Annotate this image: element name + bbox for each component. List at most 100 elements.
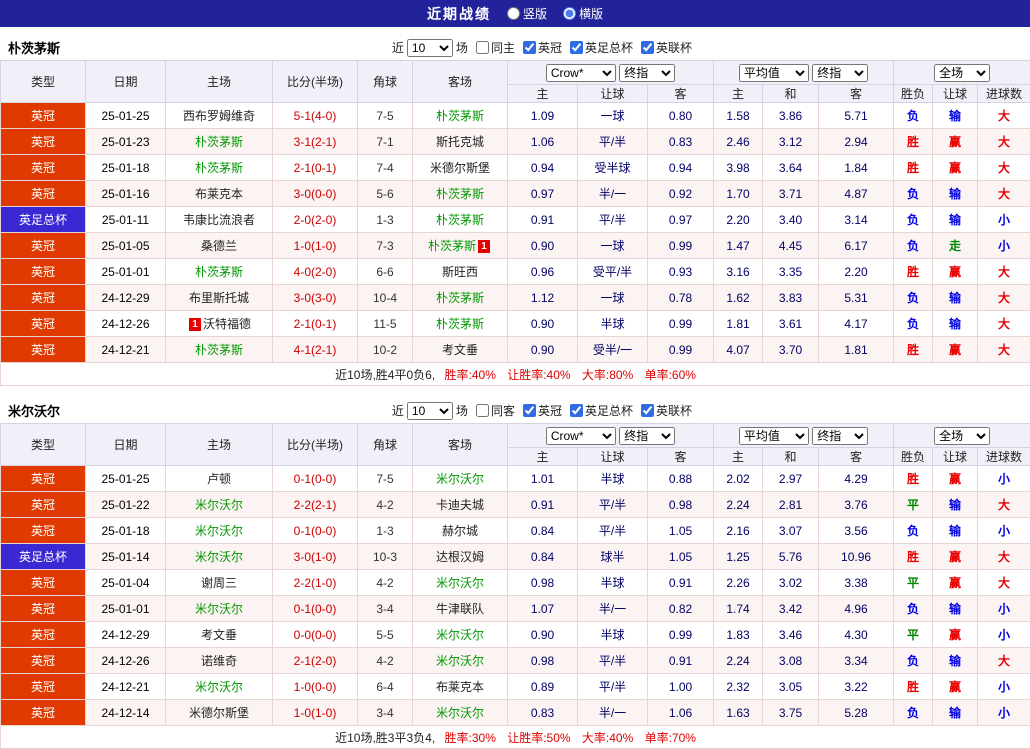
team-link[interactable]: 卢顿 (207, 472, 231, 486)
team-link[interactable]: 米尔沃尔 (195, 550, 243, 564)
layout-horizontal-radio[interactable] (563, 7, 576, 20)
result-outcome: 胜 (894, 337, 933, 363)
team-link[interactable]: 考文垂 (201, 628, 237, 642)
layout-horizontal-option[interactable]: 横版 (563, 5, 603, 22)
championship-checkbox[interactable] (523, 404, 536, 417)
team-link[interactable]: 米尔沃尔 (195, 524, 243, 538)
same-venue-option[interactable]: 同客 (471, 402, 515, 419)
team-link[interactable]: 米德尔斯堡 (189, 706, 249, 720)
same-venue-option[interactable]: 同主 (471, 39, 515, 56)
games-label: 场 (456, 39, 468, 56)
result-goals: 小 (978, 518, 1030, 544)
match-score: 3-0(0-0) (273, 181, 358, 207)
team-link[interactable]: 韦康比流浪者 (183, 213, 255, 227)
home-team-cell: 米尔沃尔 (166, 492, 273, 518)
same-venue-checkbox[interactable] (476, 41, 489, 54)
final-odds-select[interactable]: 终指 (812, 427, 868, 445)
team-link[interactable]: 斯旺西 (442, 265, 478, 279)
team-link[interactable]: 朴茨茅斯 (436, 187, 484, 201)
team-link[interactable]: 赫尔城 (442, 524, 478, 538)
bookmaker-select[interactable]: Crow* (546, 64, 616, 82)
team-link[interactable]: 诺维奇 (201, 654, 237, 668)
final-odds-select[interactable]: 终指 (619, 427, 675, 445)
league-filter-championship[interactable]: 英冠 (518, 402, 562, 419)
facup-checkbox[interactable] (570, 41, 583, 54)
home-team-cell: 西布罗姆维奇 (166, 103, 273, 129)
league-filter-facup[interactable]: 英足总杯 (565, 39, 633, 56)
eflcup-checkbox[interactable] (641, 404, 654, 417)
facup-checkbox[interactable] (570, 404, 583, 417)
match-count-select[interactable]: 10 (407, 39, 453, 57)
result-outcome: 平 (894, 570, 933, 596)
league-filter-eflcup[interactable]: 英联杯 (636, 39, 692, 56)
match-date: 25-01-01 (86, 596, 166, 622)
match-count-select[interactable]: 10 (407, 402, 453, 420)
team-link[interactable]: 米尔沃尔 (436, 628, 484, 642)
team-link[interactable]: 朴茨茅斯 (436, 109, 484, 123)
euro-away-odds: 4.29 (819, 466, 894, 492)
team-link[interactable]: 米尔沃尔 (436, 472, 484, 486)
team-link[interactable]: 朴茨茅斯 (436, 291, 484, 305)
asia-home-odds: 0.91 (508, 492, 578, 518)
bookmaker-select[interactable]: Crow* (546, 427, 616, 445)
team-link[interactable]: 卡迪夫城 (436, 498, 484, 512)
result-outcome: 负 (894, 233, 933, 259)
team-link[interactable]: 布莱克本 (436, 680, 484, 694)
match-row: 英冠 25-01-22 米尔沃尔 2-2(2-1) 4-2 卡迪夫城 0.91 … (1, 492, 1030, 518)
page-title: 近期战绩 (427, 4, 491, 24)
euro-draw-odds: 3.86 (763, 103, 819, 129)
average-odds-select[interactable]: 平均值 (739, 64, 809, 82)
team-link[interactable]: 沃特福德 (203, 317, 251, 331)
team-link[interactable]: 米尔沃尔 (436, 654, 484, 668)
match-score: 1-0(1-0) (273, 233, 358, 259)
team-link[interactable]: 朴茨茅斯 (195, 343, 243, 357)
team-link[interactable]: 布里斯托城 (189, 291, 249, 305)
team-link[interactable]: 朴茨茅斯 (436, 213, 484, 227)
team-link[interactable]: 考文垂 (442, 343, 478, 357)
home-team-cell: 朴茨茅斯 (166, 259, 273, 285)
col-asia-home: 主 (508, 448, 578, 466)
near-label: 近 (392, 39, 404, 56)
team-link[interactable]: 朴茨茅斯 (195, 135, 243, 149)
team-link[interactable]: 达根汉姆 (436, 550, 484, 564)
asia-away-odds: 0.91 (648, 648, 714, 674)
team-link[interactable]: 米尔沃尔 (436, 706, 484, 720)
team-link[interactable]: 斯托克城 (436, 135, 484, 149)
layout-vertical-radio[interactable] (507, 7, 520, 20)
scope-select[interactable]: 全场 (934, 64, 990, 82)
team-link[interactable]: 米德尔斯堡 (430, 161, 490, 175)
result-goals: 大 (978, 492, 1030, 518)
team-link[interactable]: 谢周三 (201, 576, 237, 590)
result-goals: 大 (978, 544, 1030, 570)
team-link[interactable]: 朴茨茅斯 (195, 161, 243, 175)
team-link[interactable]: 米尔沃尔 (195, 680, 243, 694)
team-link[interactable]: 牛津联队 (436, 602, 484, 616)
team-link[interactable]: 西布罗姆维奇 (183, 109, 255, 123)
league-filter-eflcup[interactable]: 英联杯 (636, 402, 692, 419)
eflcup-checkbox[interactable] (641, 41, 654, 54)
final-odds-select[interactable]: 终指 (619, 64, 675, 82)
euro-away-odds: 6.17 (819, 233, 894, 259)
team-link[interactable]: 朴茨茅斯 (436, 317, 484, 331)
team-link[interactable]: 米尔沃尔 (195, 498, 243, 512)
match-score: 0-1(0-0) (273, 596, 358, 622)
team-link[interactable]: 朴茨茅斯 (195, 265, 243, 279)
average-odds-select[interactable]: 平均值 (739, 427, 809, 445)
home-team-cell: 韦康比流浪者 (166, 207, 273, 233)
league-filter-facup[interactable]: 英足总杯 (565, 402, 633, 419)
team-link[interactable]: 桑德兰 (201, 239, 237, 253)
final-odds-select[interactable]: 终指 (812, 64, 868, 82)
championship-checkbox[interactable] (523, 41, 536, 54)
asia-home-odds: 1.12 (508, 285, 578, 311)
team-link[interactable]: 朴茨茅斯 (428, 239, 476, 253)
col-home: 主场 (166, 424, 273, 466)
same-venue-checkbox[interactable] (476, 404, 489, 417)
layout-vertical-option[interactable]: 竖版 (507, 5, 547, 22)
scope-select[interactable]: 全场 (934, 427, 990, 445)
corner-count: 10-4 (358, 285, 413, 311)
league-filter-championship[interactable]: 英冠 (518, 39, 562, 56)
asia-home-odds: 0.98 (508, 570, 578, 596)
team-link[interactable]: 布莱克本 (195, 187, 243, 201)
team-link[interactable]: 米尔沃尔 (436, 576, 484, 590)
team-link[interactable]: 米尔沃尔 (195, 602, 243, 616)
